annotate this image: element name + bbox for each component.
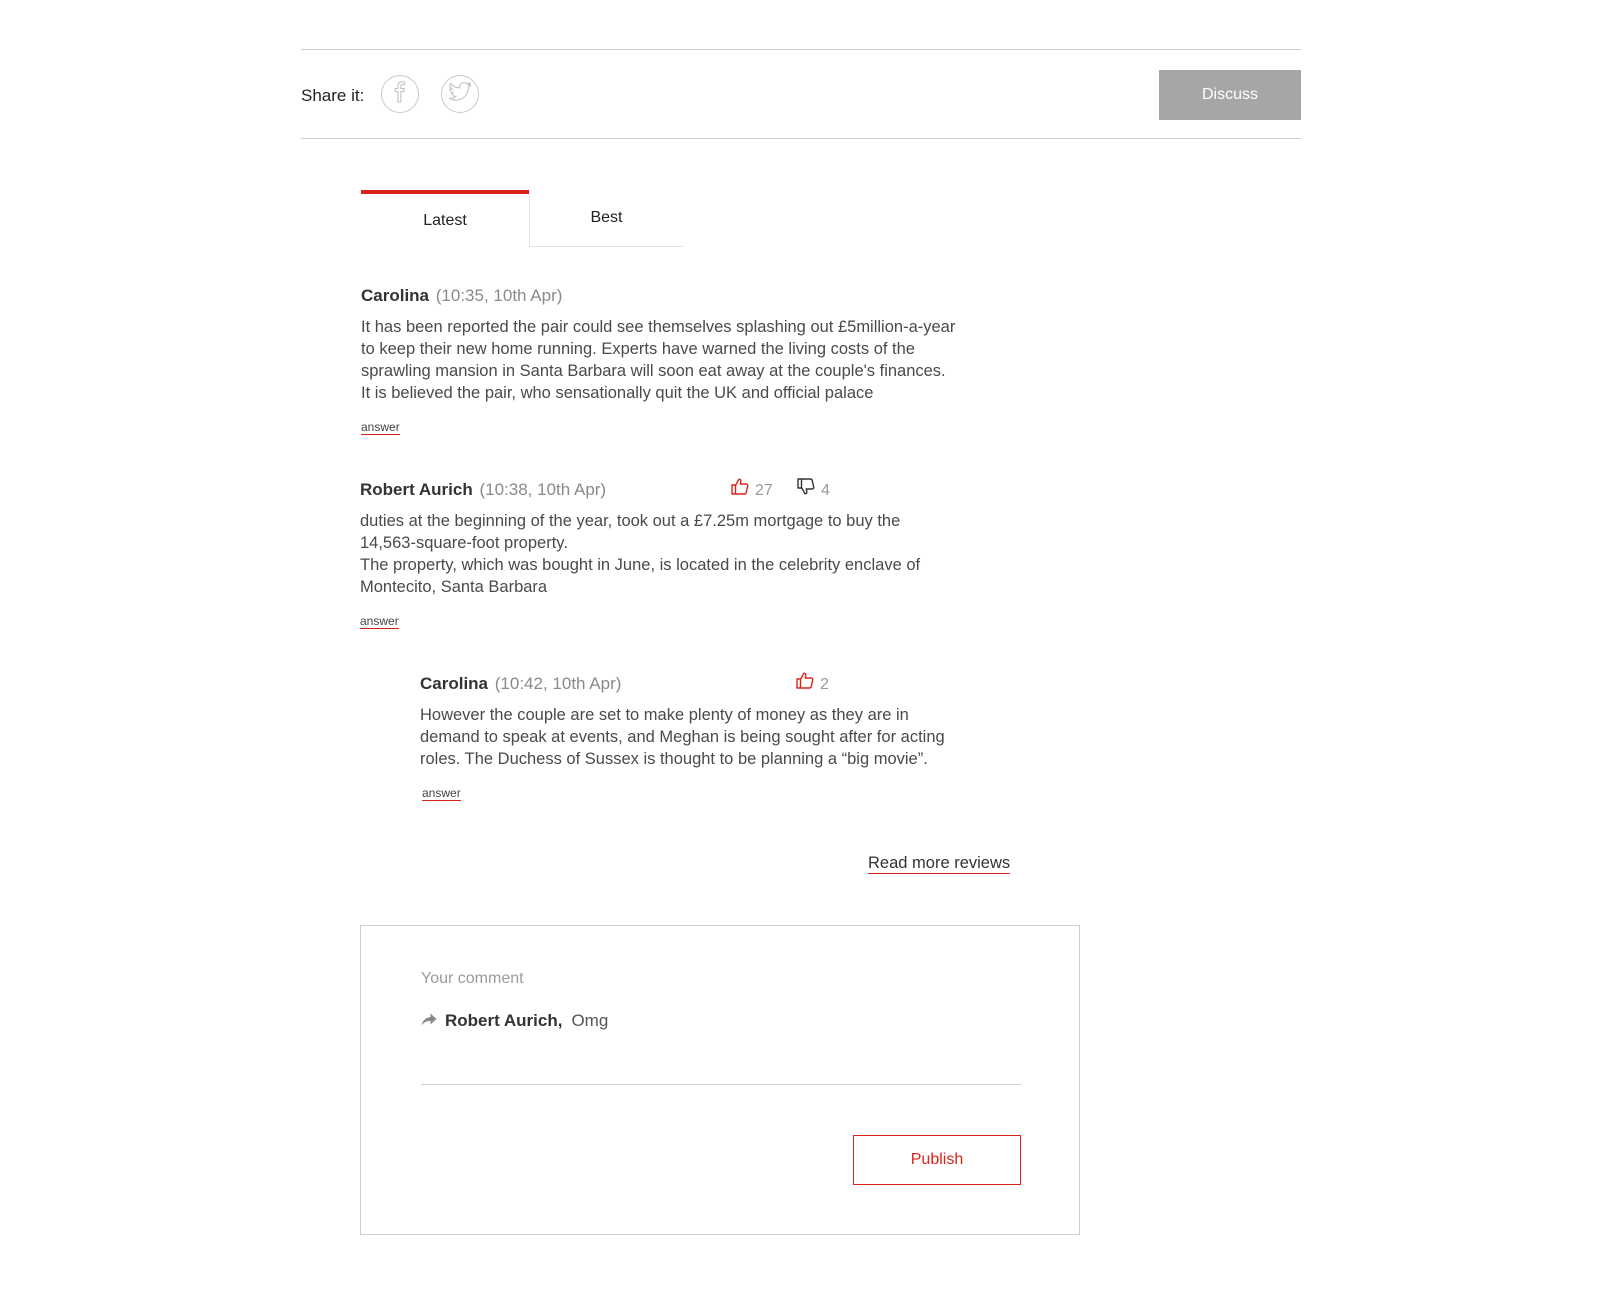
facebook-icon xyxy=(391,80,409,108)
tab-latest[interactable]: Latest xyxy=(361,190,529,247)
reply-author: Robert Aurich, xyxy=(445,1011,563,1030)
share-bar: Share it: Discuss xyxy=(301,49,1301,139)
comment-input[interactable]: Your comment xyxy=(421,970,524,988)
like-count: 27 xyxy=(755,481,773,499)
thumbs-up-icon xyxy=(731,478,755,503)
comment-body: However the couple are set to make plent… xyxy=(420,706,945,768)
dislike-count: 4 xyxy=(821,481,830,499)
dislike-button[interactable]: 4 xyxy=(797,478,830,503)
comment-time: (10:42, 10th Apr) xyxy=(494,674,622,693)
like-button[interactable]: 27 xyxy=(731,478,773,503)
comment-author[interactable]: Carolina xyxy=(361,286,429,305)
reply-comment-item: Carolina (10:42, 10th Apr) 2 However the… xyxy=(420,672,1020,802)
thumbs-down-icon xyxy=(797,478,821,503)
comment-item: Carolina (10:35, 10th Apr) It has been r… xyxy=(361,284,1021,436)
comment-body: It has been reported the pair could see … xyxy=(361,318,956,402)
input-underline xyxy=(421,1084,1021,1085)
tab-best[interactable]: Best xyxy=(529,190,683,247)
reply-text[interactable]: Omg xyxy=(571,1011,608,1031)
answer-link[interactable]: answer xyxy=(361,420,400,435)
like-button[interactable]: 2 xyxy=(796,672,829,697)
comment-header: Carolina (10:42, 10th Apr) 2 xyxy=(420,672,1020,696)
twitter-icon xyxy=(448,81,472,107)
twitter-share-button[interactable] xyxy=(441,75,479,113)
comment-tabs: Latest Best xyxy=(361,190,683,247)
comment-form: Your comment Robert Aurich, Omg Publish xyxy=(360,925,1080,1235)
comment-author[interactable]: Robert Aurich xyxy=(360,480,473,499)
facebook-share-button[interactable] xyxy=(381,75,419,113)
comment-body: duties at the beginning of the year, too… xyxy=(360,512,921,596)
share-label: Share it: xyxy=(301,86,365,105)
answer-link[interactable]: answer xyxy=(422,786,461,801)
read-more-reviews-link[interactable]: Read more reviews xyxy=(868,854,1011,874)
comment-header: Robert Aurich (10:38, 10th Apr) 27 4 xyxy=(360,478,1020,502)
comment-time: (10:38, 10th Apr) xyxy=(479,480,607,499)
reply-to-line: Robert Aurich, Omg xyxy=(421,1011,608,1031)
comment-time: (10:35, 10th Apr) xyxy=(435,286,563,305)
comment-header: Carolina (10:35, 10th Apr) xyxy=(361,284,1021,308)
discuss-button[interactable]: Discuss xyxy=(1159,70,1301,120)
comment-author[interactable]: Carolina xyxy=(420,674,488,693)
comment-item: Robert Aurich (10:38, 10th Apr) 27 4 dut… xyxy=(360,478,1020,630)
thumbs-up-icon xyxy=(796,672,820,697)
publish-button[interactable]: Publish xyxy=(853,1135,1021,1185)
like-count: 2 xyxy=(820,675,829,693)
reply-arrow-icon xyxy=(421,1011,437,1031)
answer-link[interactable]: answer xyxy=(360,614,399,629)
